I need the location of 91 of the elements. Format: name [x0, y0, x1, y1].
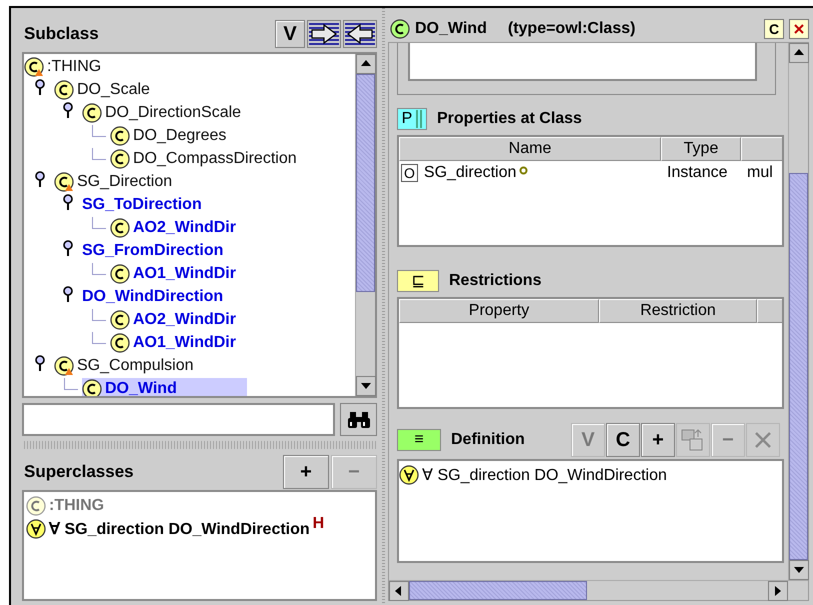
left-arrow-icon: [345, 22, 375, 46]
section-title: Definition: [451, 431, 526, 449]
column-header[interactable]: Name: [399, 137, 661, 161]
scroll-left-button[interactable]: [389, 581, 409, 601]
delete-icon: [753, 430, 773, 450]
superclass-item[interactable]: ∀ SG_direction DO_WindDirection: [49, 518, 310, 538]
class-icon: [26, 496, 46, 516]
tree-item[interactable]: DO_CompassDirection: [110, 148, 299, 170]
tree-item[interactable]: AO2_WindDir: [110, 216, 238, 238]
expand-handle-icon[interactable]: [62, 240, 74, 256]
scrollbar[interactable]: [355, 54, 375, 396]
scroll-up-button[interactable]: [356, 54, 376, 74]
tree-item[interactable]: AO1_WindDir: [110, 262, 238, 284]
ring-icon: [519, 166, 528, 175]
class-icon: [110, 148, 130, 168]
column-header[interactable]: Restriction: [599, 299, 757, 323]
expand-handle-icon[interactable]: [34, 78, 46, 96]
definition-badge: ≡: [397, 429, 441, 451]
status-label: H: [312, 515, 324, 533]
tree-item[interactable]: AO1_WindDir: [110, 332, 238, 354]
view-button[interactable]: V: [275, 20, 305, 48]
scroll-right-button[interactable]: [768, 581, 788, 601]
search-field[interactable]: [22, 403, 335, 436]
scrollbar[interactable]: [788, 43, 808, 580]
class-icon: [390, 19, 410, 39]
class-icon: [54, 80, 74, 100]
scroll-thumb[interactable]: [409, 581, 587, 600]
expand-handle-icon[interactable]: [34, 170, 46, 188]
close-button[interactable]: [789, 19, 809, 39]
restrictions-badge: ⊑: [397, 270, 439, 292]
class-name: DO_Wind: [415, 20, 487, 38]
expand-handle-icon[interactable]: [62, 286, 74, 302]
table-cell: SG_direction: [424, 164, 516, 182]
class-icon: [110, 332, 130, 352]
class-icon: [82, 102, 102, 122]
tree-item[interactable]: :THING: [24, 56, 104, 78]
tree-item[interactable]: DO_Wind: [82, 378, 247, 396]
class-button[interactable]: C: [764, 19, 784, 39]
comment-field[interactable]: [408, 43, 757, 81]
tree-item[interactable]: DO_WindDirection: [82, 286, 226, 308]
class-icon: [110, 218, 130, 238]
scroll-thumb[interactable]: [356, 74, 375, 292]
tree-item[interactable]: SG_Compulsion: [54, 354, 196, 376]
restriction-icon: [26, 518, 46, 538]
column-header[interactable]: Type: [661, 137, 741, 161]
expand-handle-icon[interactable]: [62, 102, 74, 118]
class-icon: [110, 310, 130, 330]
column-header[interactable]: [757, 299, 782, 323]
expand-handle-icon[interactable]: [62, 194, 74, 210]
tree-item[interactable]: DO_Degrees: [110, 124, 228, 146]
search-button[interactable]: [340, 403, 377, 436]
class-icon: [110, 126, 130, 146]
expand-handle-icon[interactable]: [34, 354, 46, 372]
superclass-item[interactable]: :THING: [49, 496, 104, 514]
close-icon: [793, 23, 805, 35]
right-arrow-icon: [309, 22, 339, 46]
column-header[interactable]: [741, 137, 782, 161]
tree-item[interactable]: SG_ToDirection: [82, 194, 204, 216]
panel-title: Subclass: [23, 24, 100, 44]
property-marker: O: [401, 164, 418, 182]
toolbar-button[interactable]: +: [641, 423, 675, 457]
class-warning-icon: [54, 172, 74, 192]
column-header[interactable]: Property: [399, 299, 599, 323]
scroll-down-button[interactable]: [356, 376, 376, 396]
scroll-thumb[interactable]: [789, 173, 808, 560]
definition-item[interactable]: ∀ SG_direction DO_WindDirection: [422, 464, 667, 484]
scrollbar[interactable]: [389, 580, 808, 600]
tree-item[interactable]: SG_Direction: [54, 170, 174, 192]
class-icon: [82, 378, 102, 396]
panel-title: Superclasses: [23, 462, 135, 482]
back-button[interactable]: [343, 20, 377, 48]
properties-badge: P: [397, 108, 427, 130]
class-warning-icon: [54, 356, 74, 376]
scroll-down-button[interactable]: [789, 560, 809, 580]
tree-item[interactable]: DO_Scale: [54, 78, 152, 100]
restriction-icon: [399, 464, 419, 484]
table-cell-text: mul: [746, 164, 774, 182]
section-title: Properties at Class: [437, 110, 583, 128]
tree-item[interactable]: DO_DirectionScale: [82, 102, 244, 124]
add-button[interactable]: +: [283, 455, 329, 489]
class-type: (type=owl:Class): [508, 20, 636, 38]
scroll-up-button[interactable]: [789, 43, 809, 63]
table-cell-text: Instance: [666, 164, 728, 182]
tree-item[interactable]: SG_FromDirection: [82, 240, 226, 262]
class-icon: [110, 264, 130, 284]
tree-item[interactable]: AO2_WindDir: [110, 308, 238, 330]
forward-button[interactable]: [307, 20, 341, 48]
binoculars-icon: [348, 410, 370, 428]
toolbar-button[interactable]: C: [606, 423, 640, 457]
section-title: Restrictions: [449, 272, 542, 290]
class-warning-icon: [24, 56, 44, 76]
